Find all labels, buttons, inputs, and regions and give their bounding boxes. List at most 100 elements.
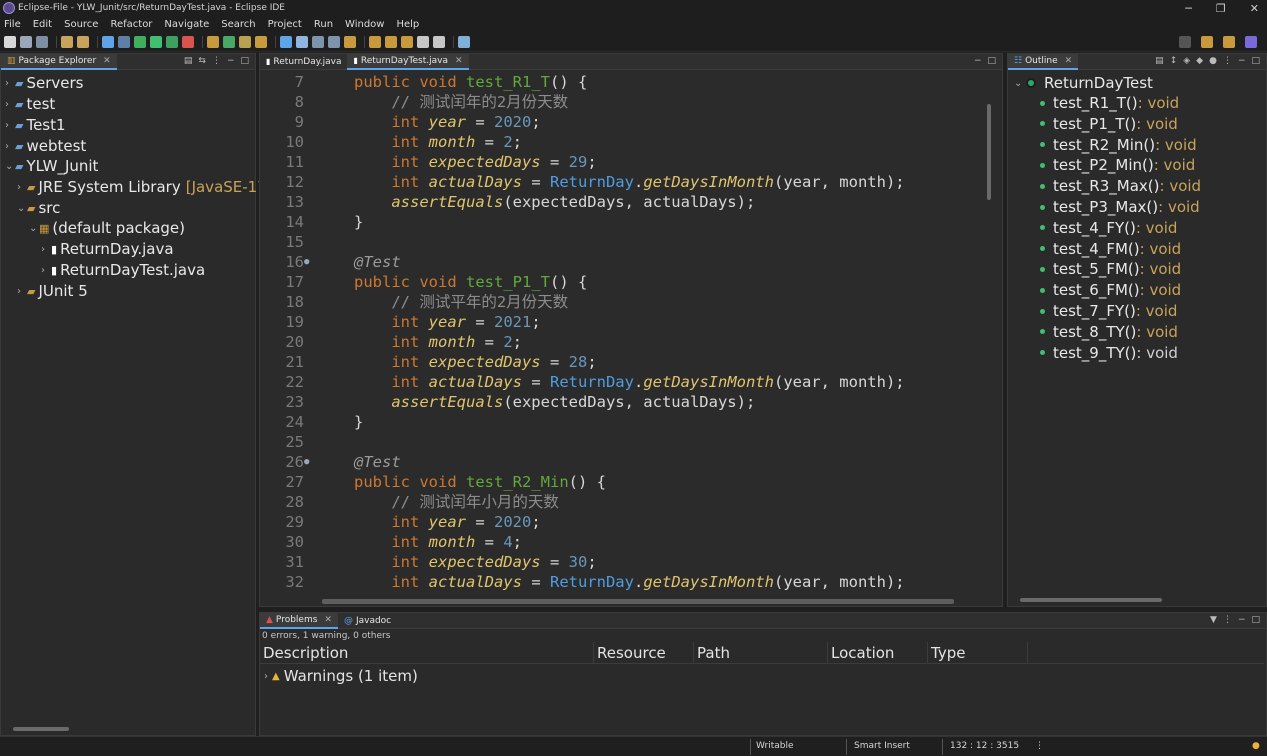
tree-item-jre-system-library[interactable]: › ▰ JRE System Library [JavaSE-17] — [17, 178, 273, 196]
outline-method-item[interactable]: test_9_TY() : void — [1040, 344, 1178, 362]
chevron-right-icon[interactable]: › — [17, 286, 27, 297]
code-line[interactable]: 21 int expectedDays = 28; — [260, 352, 1000, 372]
code-line[interactable]: 32 int actualDays = ReturnDay.getDaysInM… — [260, 572, 1000, 592]
code-line[interactable]: 15 — [260, 232, 1000, 252]
save-all-icon[interactable] — [36, 35, 48, 48]
tree-item-returnday-java[interactable]: › ▮ ReturnDay.java — [41, 240, 174, 258]
tree-item-src[interactable]: ⌄ ▰ src — [17, 199, 60, 217]
outline-method-item[interactable]: test_R3_Max() : void — [1040, 177, 1201, 195]
forward-icon[interactable] — [433, 35, 445, 48]
outline-method-item[interactable]: test_P1_T() : void — [1040, 115, 1178, 133]
code-line[interactable]: 9 int year = 2020; — [260, 112, 1000, 132]
maximize-view-icon[interactable]: □ — [987, 56, 996, 66]
menu-source[interactable]: Source — [64, 19, 98, 30]
outline-method-item[interactable]: test_8_TY() : void — [1040, 323, 1178, 341]
toggle-mark-occurrences-icon[interactable] — [280, 35, 292, 48]
outline-method-item[interactable]: test_P2_Min() : void — [1040, 156, 1195, 174]
tree-item-default-package[interactable]: ⌄ ▦ (default package) — [29, 219, 185, 237]
code-line[interactable]: 20 int month = 2; — [260, 332, 1000, 352]
outline-method-item[interactable]: test_4_FY() : void — [1040, 219, 1177, 237]
minimize-view-icon[interactable]: − — [974, 56, 982, 66]
outline-method-item[interactable]: test_R2_Min() : void — [1040, 136, 1197, 154]
save-icon[interactable] — [20, 35, 32, 48]
close-button[interactable]: ✕ — [1250, 2, 1259, 15]
collapse-all-icon[interactable]: ▤ — [184, 56, 193, 66]
hide-static-icon[interactable]: ◆ — [1196, 56, 1203, 66]
code-line[interactable]: 22 int actualDays = ReturnDay.getDaysInM… — [260, 372, 1000, 392]
code-line[interactable]: 28 // 测试闰年小月的天数 — [260, 492, 1000, 512]
tree-item-test[interactable]: › ▰ test — [5, 95, 55, 113]
code-line[interactable]: 17 public void test_P1_T() { — [260, 272, 1000, 292]
outline-class-node[interactable]: ⌄ ReturnDayTest — [1014, 74, 1153, 92]
chevron-right-icon[interactable]: › — [5, 141, 15, 152]
chevron-down-icon[interactable]: ⌄ — [1014, 78, 1026, 89]
horizontal-scrollbar-thumb[interactable] — [322, 599, 954, 604]
minimize-view-icon[interactable]: − — [1238, 615, 1246, 625]
code-line[interactable]: 27 public void test_R2_Min() { — [260, 472, 1000, 492]
outline-method-item[interactable]: test_6_FM() : void — [1040, 281, 1181, 299]
menu-run[interactable]: Run — [314, 19, 333, 30]
block-selection-icon[interactable] — [312, 35, 324, 48]
maximize-view-icon[interactable]: □ — [1251, 615, 1260, 625]
java-ee-perspective-icon[interactable] — [1223, 36, 1235, 48]
vertical-scrollbar-thumb[interactable] — [987, 104, 991, 200]
java-perspective-icon[interactable] — [1245, 36, 1257, 48]
maximize-button[interactable]: ❐ — [1216, 2, 1226, 15]
chevron-right-icon[interactable]: › — [41, 265, 51, 276]
tab-outline[interactable]: ☷ Outline ✕ — [1008, 53, 1079, 70]
code-line[interactable]: 24} — [260, 412, 1000, 432]
search-icon[interactable] — [1179, 36, 1191, 48]
sort-icon[interactable]: ↕ — [1170, 56, 1178, 66]
code-line[interactable]: 14} — [260, 212, 1000, 232]
annotation-icon[interactable] — [344, 35, 356, 48]
prev-annotation-icon[interactable] — [385, 35, 397, 48]
close-icon[interactable]: ✕ — [324, 615, 332, 625]
maximize-view-icon[interactable]: □ — [240, 56, 249, 66]
open-type-icon[interactable] — [239, 35, 251, 48]
code-line[interactable]: 29 int year = 2020; — [260, 512, 1000, 532]
code-line[interactable]: 16 ● @Test — [260, 252, 1000, 272]
debug-icon[interactable] — [134, 35, 146, 48]
pin-editor-icon[interactable] — [458, 35, 470, 48]
status-more-icon[interactable]: ⋮ — [1035, 741, 1044, 751]
menu-search[interactable]: Search — [221, 19, 255, 30]
chevron-right-icon[interactable]: › — [5, 78, 15, 89]
outline-method-item[interactable]: test_5_FM() : void — [1040, 260, 1181, 278]
hide-fields-icon[interactable]: ◈ — [1183, 56, 1190, 66]
collapse-all-icon[interactable]: ▤ — [1155, 56, 1164, 66]
new-java-project-icon[interactable] — [207, 35, 219, 48]
link-with-editor-icon[interactable]: ⇆ — [198, 56, 206, 66]
tab-package-explorer[interactable]: ▥ Package Explorer ✕ — [1, 53, 117, 70]
menu-window[interactable]: Window — [345, 19, 384, 30]
close-icon[interactable]: ✕ — [103, 56, 111, 66]
redo-icon[interactable] — [77, 35, 89, 48]
horizontal-scrollbar[interactable] — [1020, 598, 1162, 602]
tree-item-returndaytest-java[interactable]: › ▮ ReturnDayTest.java — [41, 261, 205, 279]
next-annotation-icon[interactable] — [369, 35, 381, 48]
outline-method-item[interactable]: test_P3_Max() : void — [1040, 198, 1200, 216]
problems-row-warnings[interactable]: › ▲ Warnings (1 item) — [264, 667, 418, 685]
show-whitespace-icon[interactable] — [328, 35, 340, 48]
horizontal-scrollbar[interactable] — [13, 727, 69, 731]
menu-project[interactable]: Project — [268, 19, 302, 30]
menu-refactor[interactable]: Refactor — [110, 19, 152, 30]
view-menu-icon[interactable]: ⋮ — [212, 56, 221, 66]
toggle-word-wrap-icon[interactable] — [296, 35, 308, 48]
code-line[interactable]: 11 int expectedDays = 29; — [260, 152, 1000, 172]
minimize-view-icon[interactable]: − — [227, 56, 235, 66]
code-line[interactable]: 7 public void test_R1_T() { — [260, 72, 1000, 92]
open-perspective-icon[interactable] — [1201, 36, 1213, 48]
tree-item-servers[interactable]: › ▰ Servers — [5, 74, 83, 92]
run-icon[interactable] — [150, 35, 162, 48]
external-tools-icon[interactable] — [182, 35, 194, 48]
tree-item-ylw-junit[interactable]: ⌄ ▰ YLW_Junit — [5, 157, 98, 175]
code-line[interactable]: 30 int month = 4; — [260, 532, 1000, 552]
code-line[interactable]: 26 ● @Test — [260, 452, 1000, 472]
view-menu-icon[interactable]: ⋮ — [1223, 615, 1232, 625]
tree-item-junit5[interactable]: › ▰ JUnit 5 — [17, 282, 88, 300]
outline-method-item[interactable]: test_4_FM() : void — [1040, 240, 1181, 258]
menu-edit[interactable]: Edit — [33, 19, 52, 30]
tab-javadoc[interactable]: @ Javadoc — [338, 613, 397, 629]
tab-returndaytest-java[interactable]: ▮ ReturnDayTest.java ✕ — [347, 53, 469, 70]
search-tool-icon[interactable] — [118, 35, 130, 48]
